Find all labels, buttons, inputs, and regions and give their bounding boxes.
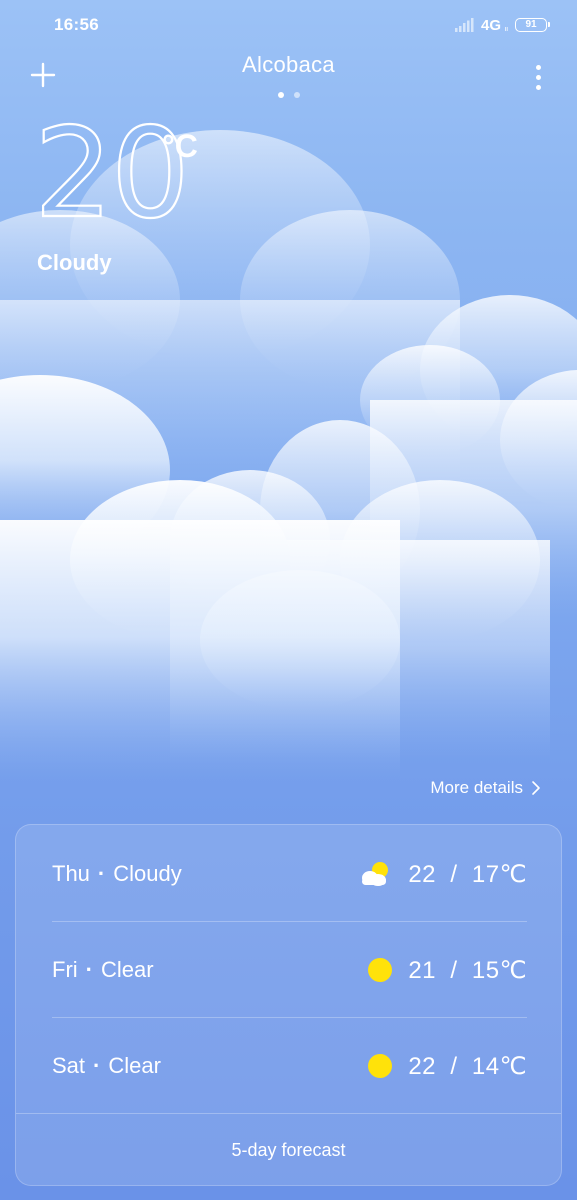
- sun-icon: [368, 1054, 393, 1078]
- forecast-temps: 21 / 15℃: [408, 956, 527, 984]
- forecast-day: Sat: [52, 1053, 86, 1078]
- five-day-forecast-button[interactable]: 5-day forecast: [16, 1114, 561, 1186]
- more-details-label: More details: [430, 778, 523, 797]
- forecast-separator: ·: [85, 957, 93, 982]
- forecast-values: 22 / 17℃: [358, 860, 527, 889]
- forecast-day: Thu: [52, 861, 90, 886]
- battery-icon: 91: [515, 18, 550, 32]
- more-vertical-icon-dot: [535, 74, 541, 80]
- status-indicators: 4G II 91: [454, 14, 550, 36]
- forecast-day: Fri: [52, 957, 78, 982]
- more-options-button[interactable]: [521, 60, 555, 94]
- cellular-signal-icon: [454, 18, 474, 32]
- forecast-row-sat[interactable]: Sat · Clear 22 / 14℃: [52, 1018, 527, 1114]
- more-vertical-icon: [535, 64, 541, 70]
- page-dot: [293, 92, 300, 98]
- network-activity: II: [504, 26, 508, 33]
- forecast-card: Thu · Cloudy 22 / 17℃ Fri · Clear 21 / 1…: [15, 824, 562, 1186]
- forecast-separator: ·: [93, 1053, 101, 1078]
- forecast-row-thu[interactable]: Thu · Cloudy 22 / 17℃: [52, 826, 527, 922]
- sun-icon: [368, 958, 393, 982]
- chevron-right-icon: [532, 781, 540, 795]
- forecast-day-label: Fri · Clear: [52, 957, 154, 983]
- status-bar: 16:56 4G II 91: [0, 0, 577, 52]
- forecast-temps: 22 / 17℃: [408, 860, 527, 888]
- forecast-day-label: Thu · Cloudy: [52, 861, 182, 887]
- partly-cloudy-icon: [362, 862, 389, 886]
- city-name: Alcobaca: [242, 52, 335, 77]
- temperature-unit: °C: [162, 128, 198, 164]
- battery-level: 91: [525, 19, 537, 30]
- page-indicator: [0, 92, 577, 98]
- forecast-day-label: Sat · Clear: [52, 1053, 161, 1079]
- forecast-separator: ·: [97, 861, 106, 886]
- current-condition: Cloudy: [37, 250, 112, 275]
- status-time: 16:56: [54, 15, 99, 34]
- forecast-condition: Clear: [100, 957, 154, 982]
- forecast-row-fri[interactable]: Fri · Clear 21 / 15℃: [52, 922, 527, 1018]
- more-vertical-icon-dot: [535, 84, 541, 90]
- more-details-link[interactable]: More details: [430, 778, 541, 798]
- page-dot-active: [277, 92, 284, 98]
- network-type: 4G II: [480, 16, 508, 34]
- forecast-temps: 22 / 14℃: [408, 1052, 527, 1080]
- forecast-values: 21 / 15℃: [368, 956, 527, 985]
- forecast-condition: Cloudy: [113, 861, 182, 886]
- forecast-condition: Clear: [108, 1053, 161, 1078]
- forecast-values: 22 / 14℃: [368, 1052, 527, 1081]
